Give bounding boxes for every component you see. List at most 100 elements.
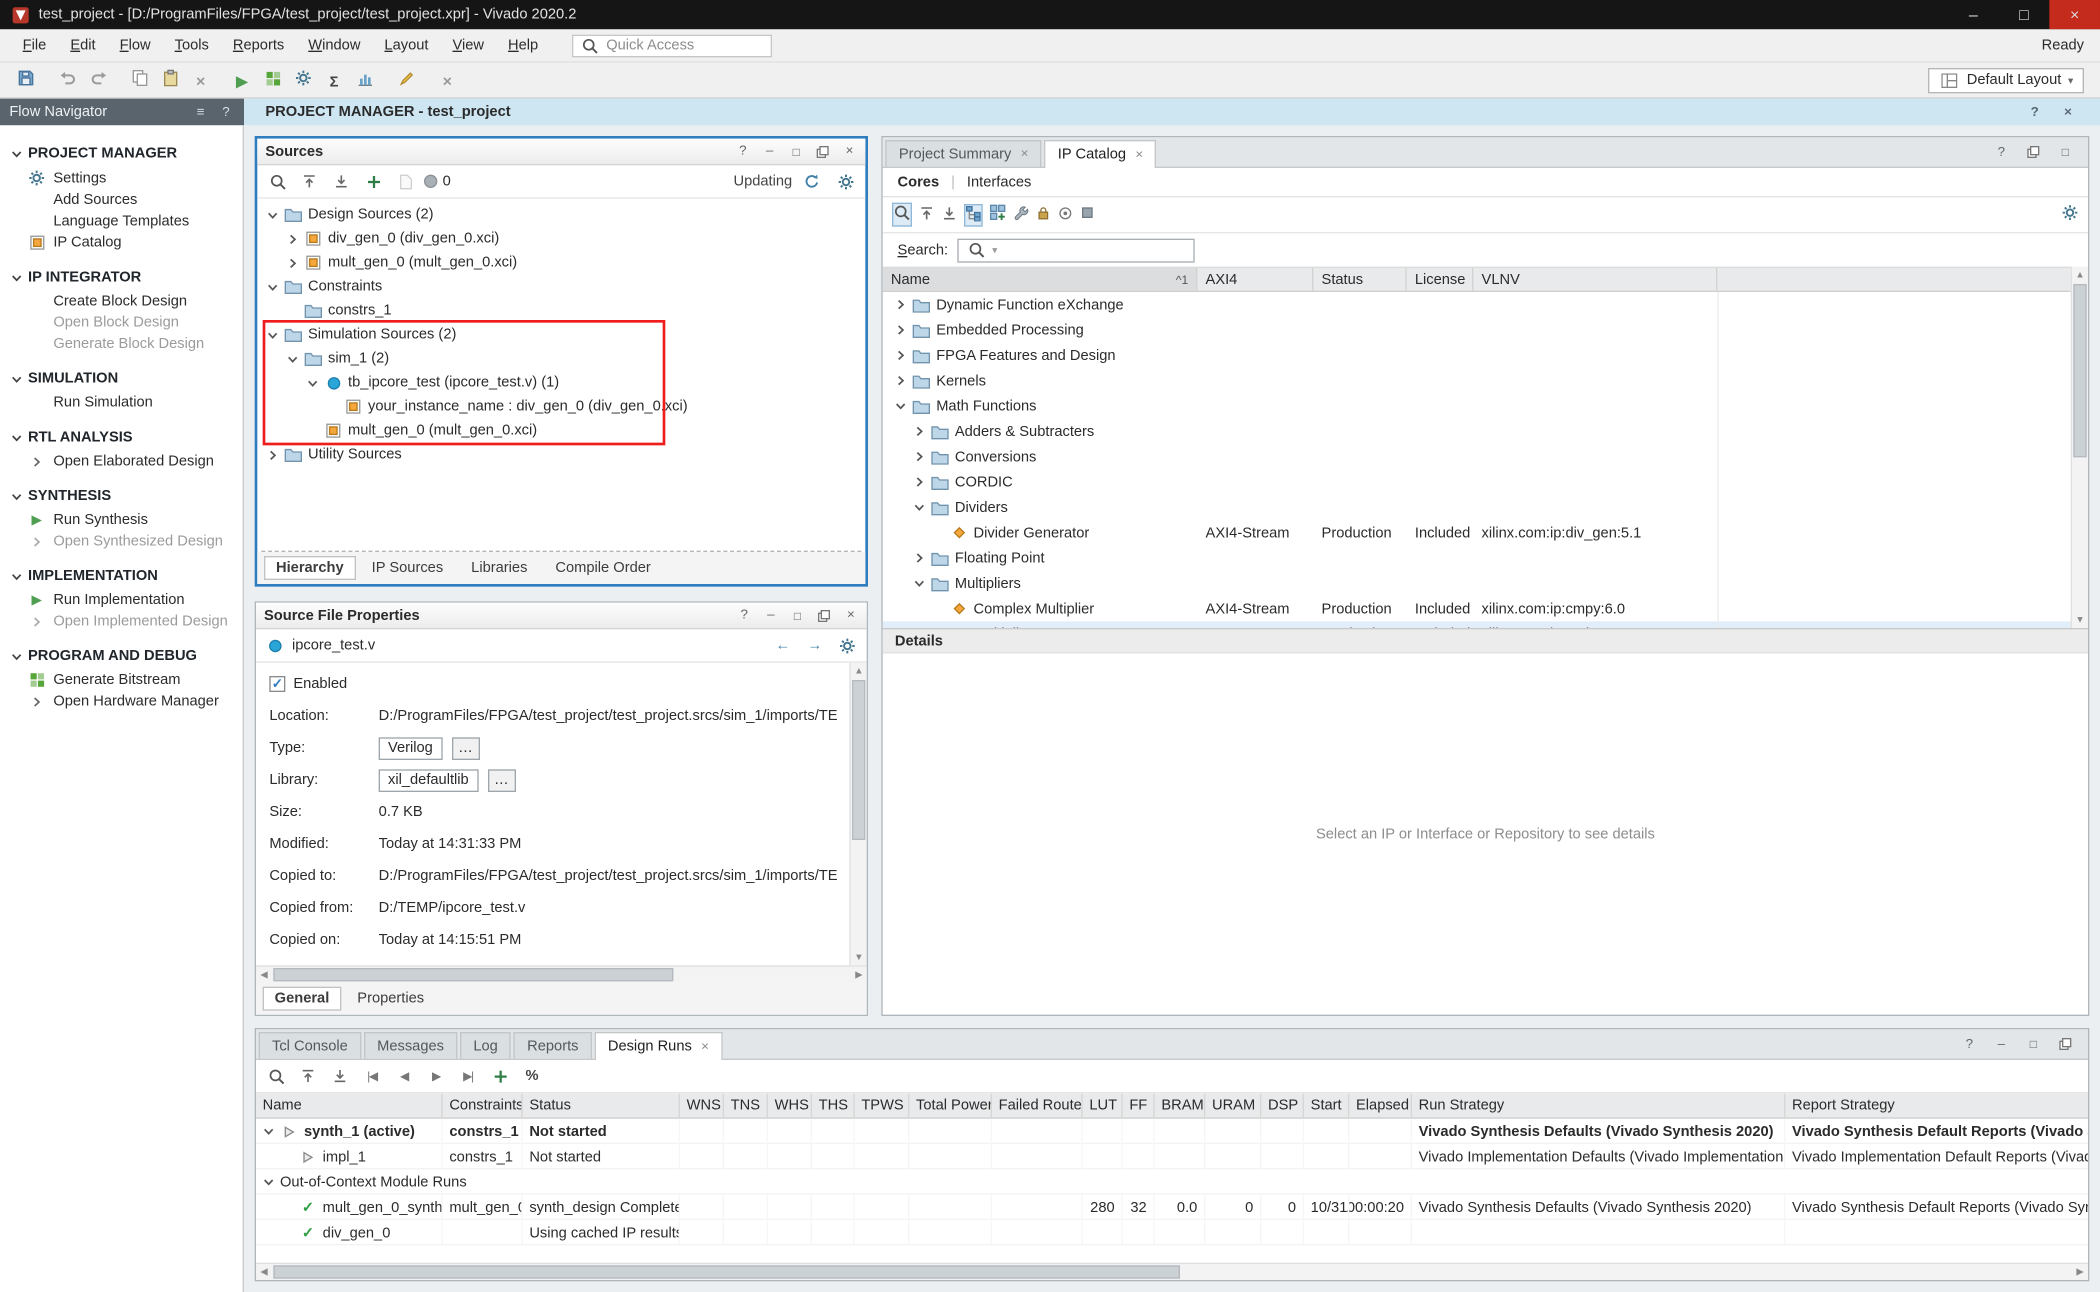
chevron-right-icon[interactable] xyxy=(912,451,925,463)
float-icon[interactable] xyxy=(816,607,832,623)
flownav-section-header[interactable]: PROGRAM AND DEBUG xyxy=(0,643,243,670)
scroll-up-arrow[interactable]: ▲ xyxy=(2072,267,2088,283)
scrollbar-thumb[interactable] xyxy=(273,1265,1180,1278)
hierarchy-icon[interactable] xyxy=(964,203,983,226)
close-x-icon[interactable]: × xyxy=(432,67,463,95)
target-icon[interactable] xyxy=(1058,205,1074,225)
delete-icon[interactable]: × xyxy=(185,67,216,95)
tab-project-summary[interactable]: Project Summary× xyxy=(886,140,1042,167)
help-icon[interactable]: ? xyxy=(2024,101,2045,122)
expand-all-icon[interactable] xyxy=(327,1063,354,1088)
step-back-icon[interactable]: ◀ xyxy=(391,1063,418,1088)
sources-tree-item-constraints[interactable]: Constraints xyxy=(257,275,865,299)
design-run-row-impl-1[interactable]: impl_1constrs_1Not startedVivado Impleme… xyxy=(256,1144,2088,1169)
flownav-item-language-templates[interactable]: Language Templates xyxy=(0,211,243,232)
scroll-right-arrow[interactable]: ▶ xyxy=(851,967,867,983)
scroll-down-arrow[interactable]: ▼ xyxy=(2072,612,2088,628)
catalog-row-kernels[interactable]: Kernels xyxy=(883,368,2071,393)
collapse-all-icon[interactable] xyxy=(919,205,935,225)
scrollbar-thumb[interactable] xyxy=(273,968,673,981)
catalog-row-divider-generator[interactable]: Divider GeneratorAXI4-StreamProductionIn… xyxy=(883,520,2071,545)
lock-icon[interactable] xyxy=(1036,205,1051,225)
type-combobox[interactable]: Verilog xyxy=(379,737,443,760)
column-header-license[interactable]: License xyxy=(1407,268,1474,291)
help-icon[interactable]: ? xyxy=(1959,1033,1980,1054)
gear-icon[interactable] xyxy=(2061,204,2078,225)
flownav-item-open-block-design[interactable]: Open Block Design xyxy=(0,312,243,333)
gear-icon[interactable] xyxy=(836,635,857,656)
minimize-icon[interactable]: – xyxy=(763,607,779,623)
add-icon[interactable] xyxy=(487,1063,514,1088)
maximize-icon[interactable]: □ xyxy=(2055,141,2076,162)
wrench-icon[interactable] xyxy=(1014,205,1030,225)
chevron-down-icon[interactable] xyxy=(912,501,925,513)
flownav-item-generate-block-design[interactable]: Generate Block Design xyxy=(0,333,243,354)
tab-ip-sources[interactable]: IP Sources xyxy=(360,556,455,580)
edit-icon[interactable] xyxy=(391,64,422,92)
menu-icon[interactable]: ≡ xyxy=(192,103,209,120)
enabled-checkbox[interactable]: ✓ xyxy=(269,676,285,692)
sources-tree-item-simulation-sources-2[interactable]: Simulation Sources (2) xyxy=(257,323,865,347)
maximize-icon[interactable]: □ xyxy=(2023,1033,2044,1054)
add-ip-icon[interactable] xyxy=(990,204,1007,225)
sources-tree-item-mult-gen-0-mult-gen-0-xci[interactable]: mult_gen_0 (mult_gen_0.xci) xyxy=(257,419,865,443)
step-forward-icon[interactable]: ▶| xyxy=(455,1063,482,1088)
tab-compile-order[interactable]: Compile Order xyxy=(543,556,662,580)
catalog-row-floating-point[interactable]: Floating Point xyxy=(883,545,2071,570)
chevron-down-icon[interactable] xyxy=(265,329,278,341)
column-header-status[interactable]: Status xyxy=(1314,268,1407,291)
flownav-item-open-hardware-manager[interactable]: Open Hardware Manager xyxy=(0,691,243,712)
chevron-right-icon[interactable] xyxy=(894,299,907,311)
settings-icon[interactable] xyxy=(288,64,319,92)
column-header-axi4[interactable]: AXI4 xyxy=(1198,268,1314,291)
play-icon[interactable]: ▶ xyxy=(423,1063,450,1088)
refresh-icon[interactable] xyxy=(799,169,826,194)
catalog-row-adders-subtracters[interactable]: Adders & Subtracters xyxy=(883,419,2071,444)
column-header-report-strategy[interactable]: Report Strategy xyxy=(1785,1093,2088,1117)
run-icon[interactable]: ▶ xyxy=(227,67,258,95)
flownav-item-settings[interactable]: Settings xyxy=(0,167,243,190)
tab-reports[interactable]: Reports xyxy=(514,1032,592,1059)
flownav-item-open-elaborated-design[interactable]: Open Elaborated Design xyxy=(0,451,243,472)
flownav-item-create-block-design[interactable]: Create Block Design xyxy=(0,291,243,312)
minimize-icon[interactable]: – xyxy=(1991,1033,2012,1054)
catalog-row-dynamic-function-exchange[interactable]: Dynamic Function eXchange xyxy=(883,292,2071,317)
flownav-item-generate-bitstream[interactable]: Generate Bitstream xyxy=(0,669,243,690)
flownav-section-header[interactable]: IMPLEMENTATION xyxy=(0,563,243,590)
menu-view[interactable]: View xyxy=(440,33,496,57)
layout-select[interactable]: Default Layout ▾ xyxy=(1928,67,2084,92)
search-icon[interactable] xyxy=(892,203,912,227)
chevron-down-icon[interactable] xyxy=(305,377,318,389)
column-header-lut[interactable]: LUT xyxy=(1083,1093,1123,1117)
column-header-status[interactable]: Status xyxy=(523,1093,680,1117)
flownav-section-header[interactable]: SIMULATION xyxy=(0,365,243,392)
menu-flow[interactable]: Flow xyxy=(108,33,163,57)
catalog-row-dividers[interactable]: Dividers xyxy=(883,495,2071,520)
menu-edit[interactable]: Edit xyxy=(58,33,107,57)
flownav-section-header[interactable]: PROJECT MANAGER xyxy=(0,140,243,167)
sources-tree-item-div-gen-0-div-gen-0-xci[interactable]: div_gen_0 (div_gen_0.xci) xyxy=(257,227,865,251)
chevron-right-icon[interactable] xyxy=(912,552,925,564)
scroll-left-arrow[interactable]: ◀ xyxy=(256,967,272,983)
subtab-cores[interactable]: Cores xyxy=(898,174,940,190)
help-icon[interactable]: ? xyxy=(736,607,752,623)
undo-icon[interactable] xyxy=(52,64,83,92)
tab-general[interactable]: General xyxy=(263,987,342,1011)
design-run-row-synth-1-active[interactable]: synth_1 (active)constrs_1Not startedViva… xyxy=(256,1119,2088,1144)
search-icon[interactable] xyxy=(264,169,291,194)
column-header-total-power[interactable]: Total Power xyxy=(909,1093,992,1117)
step-first-icon[interactable]: |◀ xyxy=(359,1063,386,1088)
chevron-down-icon[interactable] xyxy=(265,281,278,293)
subtab-interfaces[interactable]: Interfaces xyxy=(967,174,1031,190)
menu-tools[interactable]: Tools xyxy=(163,33,221,57)
close-tab-icon[interactable]: × xyxy=(1135,147,1143,162)
back-icon[interactable]: ← xyxy=(772,635,793,656)
library-input[interactable]: xil_defaultlib xyxy=(379,769,478,792)
tab-messages[interactable]: Messages xyxy=(364,1032,458,1059)
flownav-section-header[interactable]: RTL ANALYSIS xyxy=(0,424,243,451)
catalog-search-input[interactable]: ▾ xyxy=(957,238,1194,262)
more-button[interactable]: … xyxy=(452,737,480,760)
maximize-icon[interactable]: □ xyxy=(788,143,804,159)
column-header-failed-routes[interactable]: Failed Routes xyxy=(992,1093,1083,1117)
expand-all-icon[interactable] xyxy=(942,205,958,225)
